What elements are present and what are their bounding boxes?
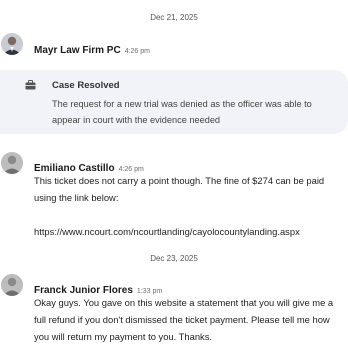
card-title: Case Resolved: [52, 80, 120, 91]
card-body: The request for a new trial was denied a…: [52, 99, 312, 125]
briefcase-icon: [25, 80, 36, 90]
chat-thread: Dec 21, 2025 Mayr Law Firm PC 4:26 pm Cas…: [0, 0, 348, 348]
avatar[interactable]: [1, 274, 23, 296]
sender-name[interactable]: Mayr Law Firm PC: [34, 45, 121, 56]
date-divider: Dec 23, 2025: [150, 254, 198, 263]
message-text: This ticket does not carry a point thoug…: [34, 175, 325, 237]
message-timestamp: 4:26 pm: [124, 48, 150, 55]
message-text: Okay guys. You gave on this website a st…: [34, 297, 334, 342]
avatar[interactable]: [1, 152, 23, 174]
date-divider: Dec 21, 2025: [150, 13, 198, 22]
case-status-card: Case Resolved The request for a new tria…: [0, 70, 348, 134]
avatar[interactable]: [1, 33, 23, 55]
